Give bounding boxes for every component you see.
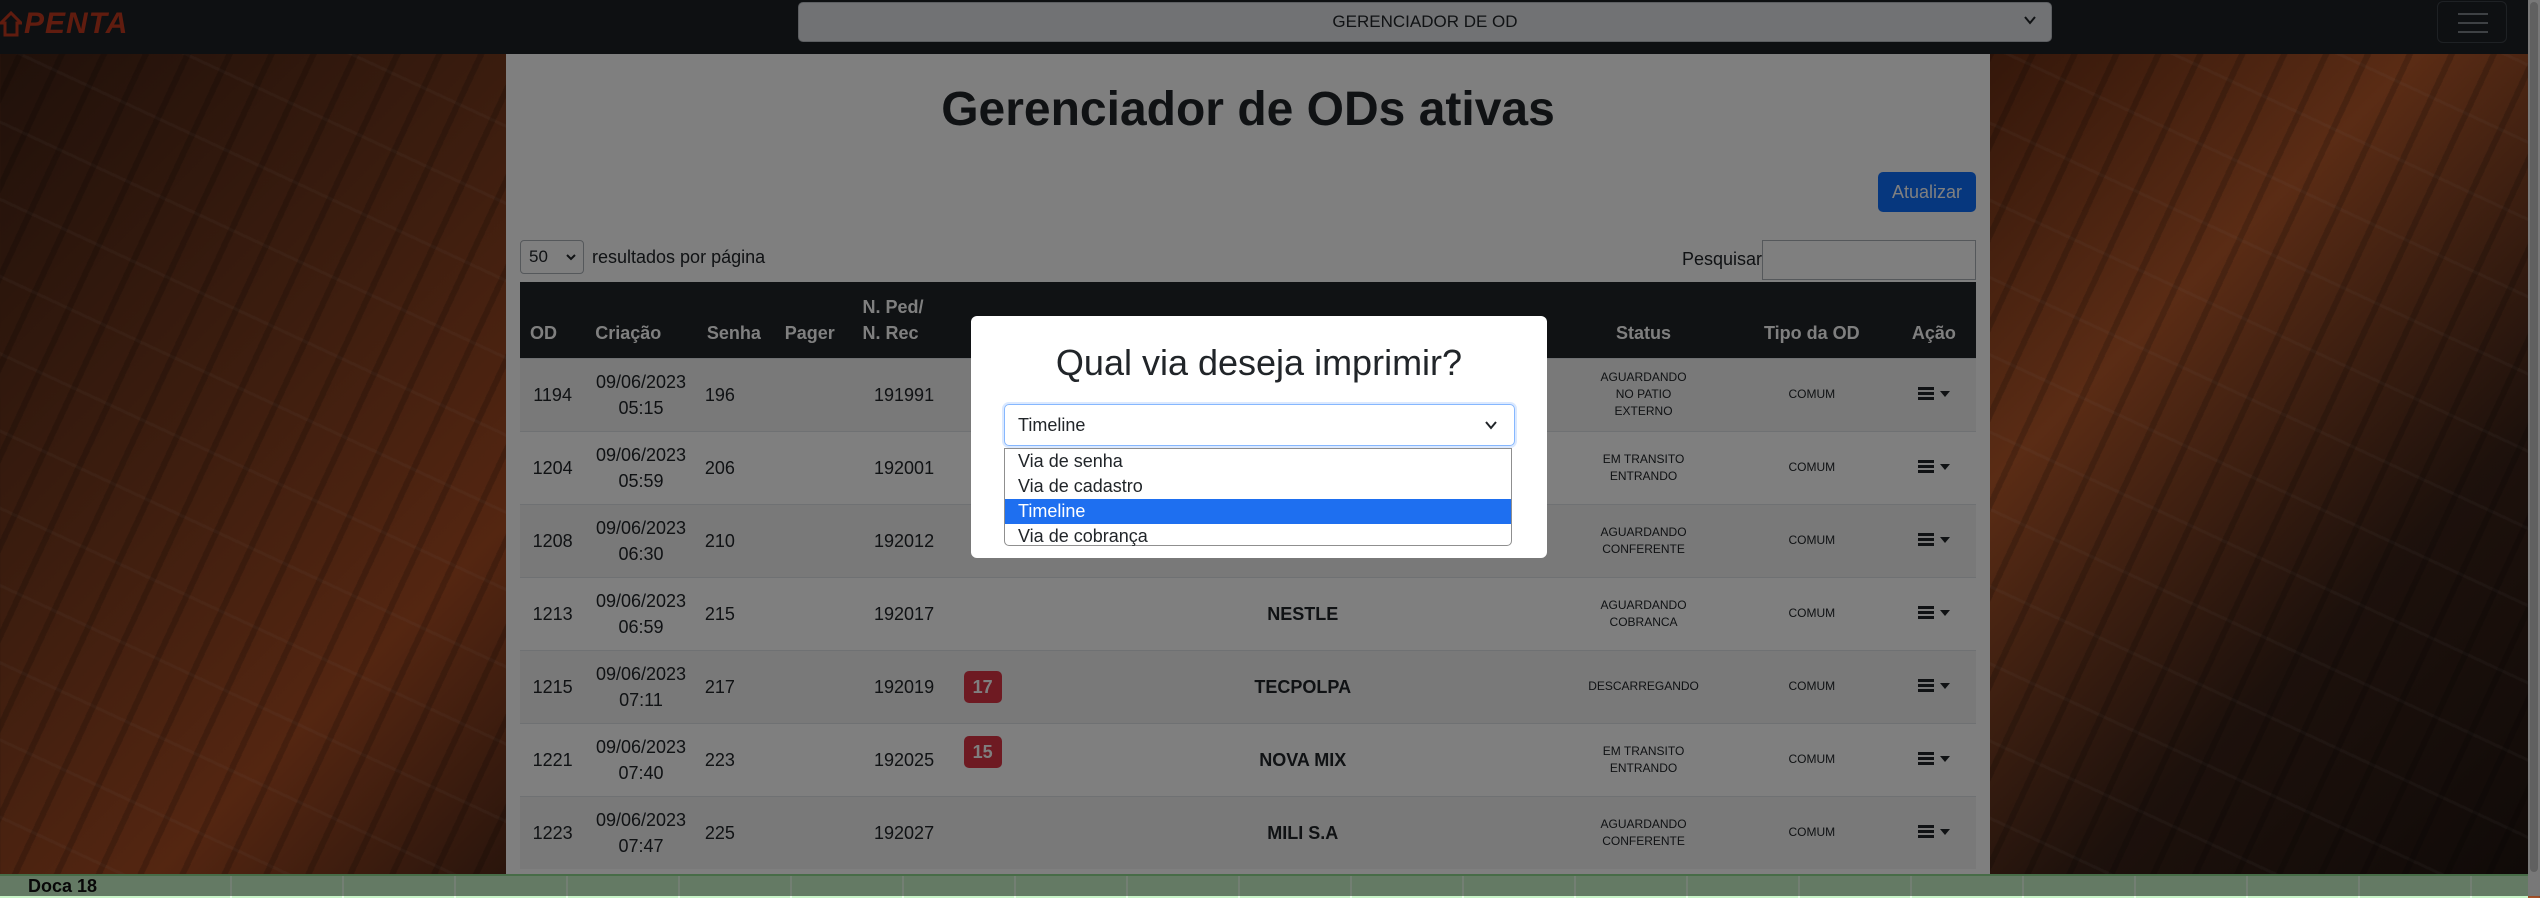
option-timeline[interactable]: Timeline [1005,499,1511,524]
chevron-down-icon [1485,421,1497,430]
option-via-de-cadastro[interactable]: Via de cadastro [1005,474,1511,499]
via-select[interactable]: Timeline [1004,404,1515,446]
option-via-de-senha[interactable]: Via de senha [1005,449,1511,474]
via-select-value: Timeline [1018,414,1086,435]
modal-title: Qual via deseja imprimir? [1055,342,1463,383]
via-options-list: Via de senha Via de cadastro Timeline Vi… [1004,448,1512,546]
option-via-de-cobranca[interactable]: Via de cobrança [1005,524,1511,549]
